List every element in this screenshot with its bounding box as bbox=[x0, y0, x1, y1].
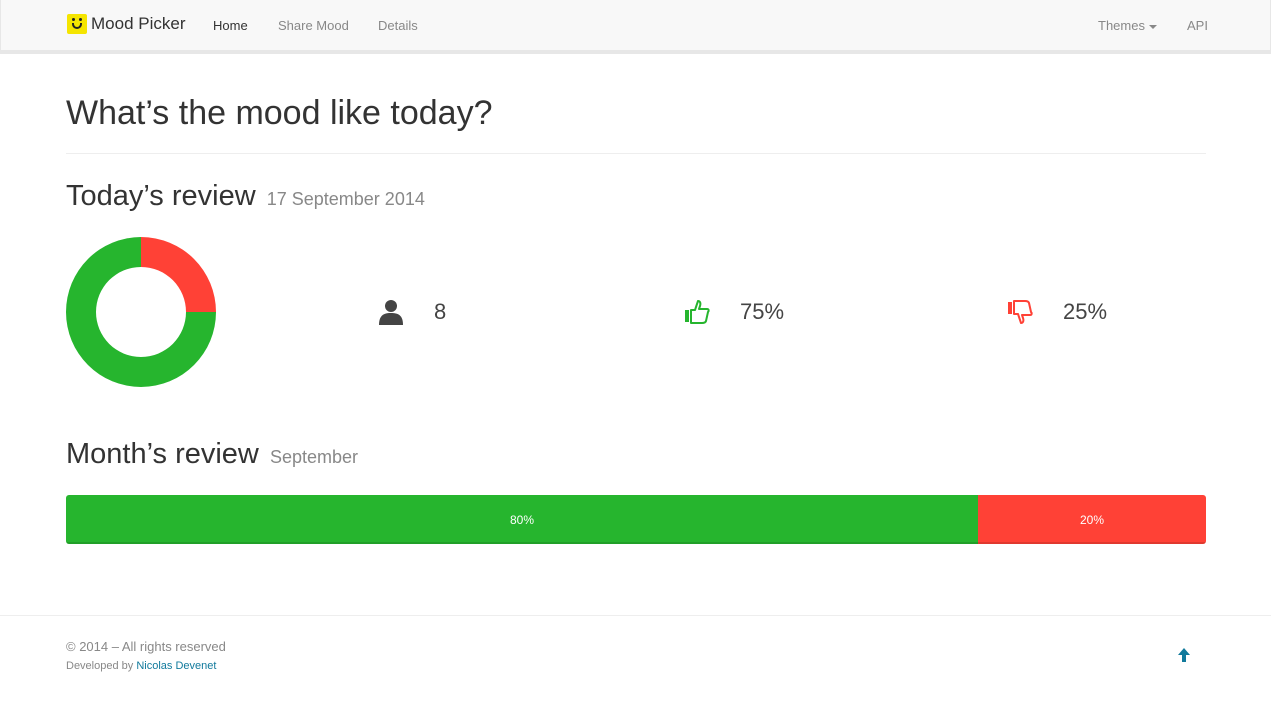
negative-percent: 25% bbox=[1063, 299, 1108, 324]
participants-count: 8 bbox=[434, 299, 447, 324]
positive-percent: 75% bbox=[740, 299, 785, 324]
author-link[interactable]: Nicolas Devenet bbox=[136, 660, 216, 672]
mood-donut-chart bbox=[66, 237, 216, 387]
month-progress-bar: 80% 20% bbox=[66, 495, 1206, 544]
progress-negative-segment: 20% bbox=[978, 495, 1206, 544]
brand-link[interactable]: Mood Picker bbox=[67, 14, 185, 34]
footer-divider bbox=[0, 615, 1271, 616]
navbar: Mood Picker Home Share Mood Details Them… bbox=[0, 0, 1271, 54]
today-review-date: 17 September 2014 bbox=[266, 189, 425, 209]
arrow-up-icon[interactable] bbox=[1177, 647, 1191, 663]
nav-api[interactable]: API bbox=[1187, 18, 1208, 33]
negative-stat: 25% bbox=[1006, 295, 1107, 329]
month-review-month: September bbox=[269, 447, 359, 467]
nav-home[interactable]: Home bbox=[213, 18, 248, 33]
participants-stat: 8 bbox=[377, 295, 446, 329]
today-review-heading: Today’s review 17 September 2014 bbox=[66, 180, 425, 213]
user-icon bbox=[379, 300, 403, 325]
nav-share-mood[interactable]: Share Mood bbox=[278, 18, 349, 33]
month-review-label: Month’s review bbox=[66, 438, 259, 470]
month-review-heading: Month’s review September bbox=[66, 438, 358, 471]
themes-dropdown[interactable]: Themes bbox=[1098, 18, 1157, 33]
progress-positive-segment: 80% bbox=[66, 495, 978, 544]
copyright-text: © 2014 – All rights reserved bbox=[66, 639, 226, 654]
title-divider bbox=[66, 153, 1206, 154]
thumbs-up-icon bbox=[685, 300, 710, 324]
developed-by-label: Developed by bbox=[66, 660, 134, 672]
today-review-label: Today’s review bbox=[66, 180, 256, 212]
nav-details[interactable]: Details bbox=[378, 18, 418, 33]
donut-negative-slice bbox=[141, 237, 216, 312]
page-title: What’s the mood like today? bbox=[66, 94, 493, 132]
developer-credit: Developed by Nicolas Devenet bbox=[66, 660, 216, 672]
brand-name: Mood Picker bbox=[91, 14, 186, 33]
smiley-logo-icon bbox=[67, 14, 87, 34]
themes-label: Themes bbox=[1098, 18, 1145, 33]
caret-down-icon bbox=[1148, 24, 1157, 29]
positive-stat: 75% bbox=[683, 295, 784, 329]
thumbs-down-icon bbox=[1008, 300, 1033, 324]
